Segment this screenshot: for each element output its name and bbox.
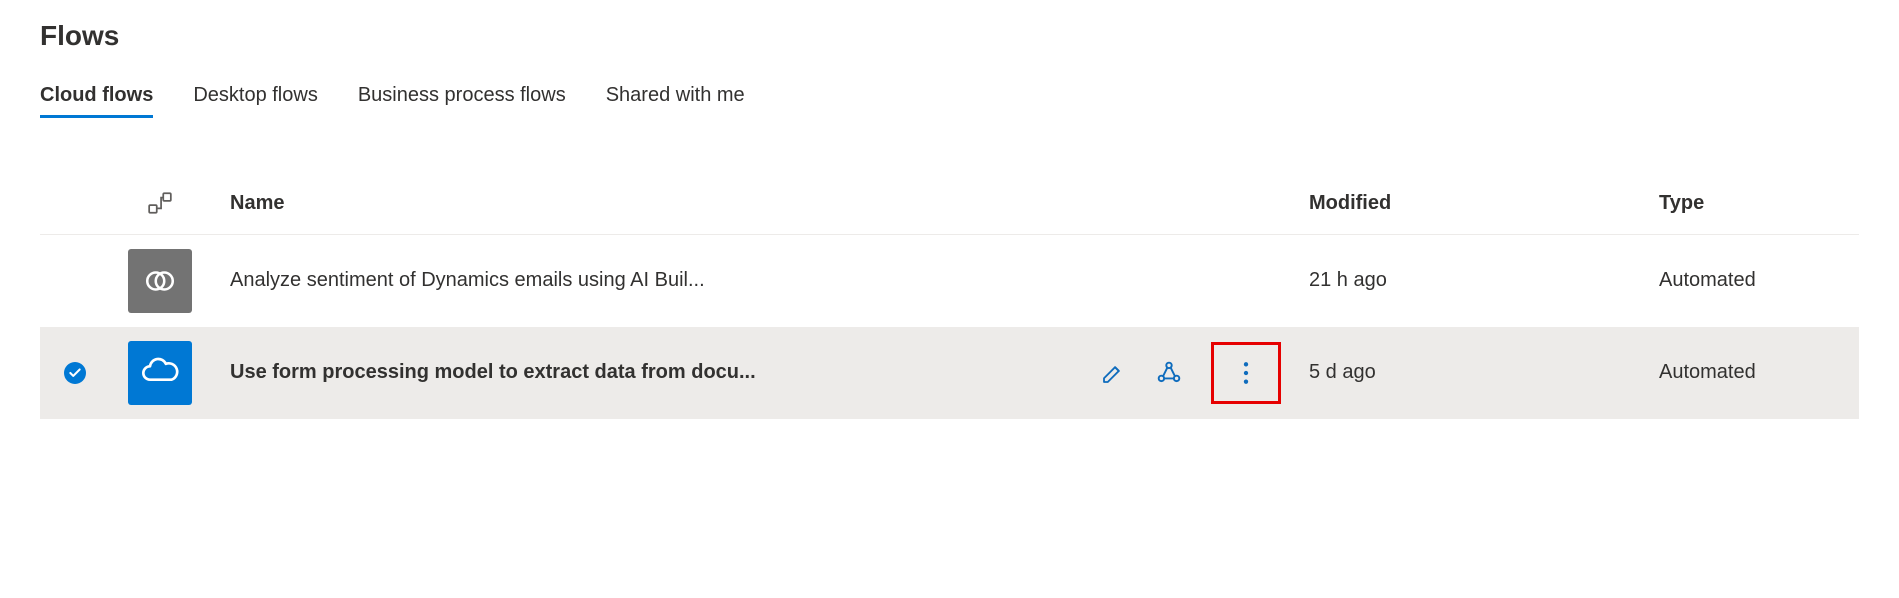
- flows-table: Name Modified Type Analyze sentiment of …: [40, 178, 1859, 419]
- share-icon[interactable]: [1155, 359, 1183, 387]
- flow-modified: 5 d ago: [1309, 361, 1376, 384]
- edit-icon[interactable]: [1099, 359, 1127, 387]
- table-row[interactable]: Analyze sentiment of Dynamics emails usi…: [40, 235, 1859, 327]
- tab-cloud-flows[interactable]: Cloud flows: [40, 76, 153, 118]
- flow-name[interactable]: Use form processing model to extract dat…: [230, 361, 756, 384]
- flow-type: Automated: [1659, 269, 1756, 292]
- flow-modified: 21 h ago: [1309, 269, 1387, 292]
- col-modified-header[interactable]: Modified: [1309, 192, 1391, 215]
- check-icon[interactable]: [64, 362, 86, 384]
- more-actions-highlight: [1211, 342, 1281, 404]
- tab-desktop-flows[interactable]: Desktop flows: [193, 76, 318, 118]
- tab-shared-with-me[interactable]: Shared with me: [606, 76, 745, 118]
- tab-business-process-flows[interactable]: Business process flows: [358, 76, 566, 118]
- col-name-header[interactable]: Name: [230, 192, 284, 215]
- flow-icon-header: [147, 190, 173, 216]
- flow-type: Automated: [1659, 361, 1756, 384]
- table-header: Name Modified Type: [40, 178, 1859, 235]
- row-select[interactable]: [40, 362, 110, 384]
- tabs: Cloud flows Desktop flows Business proce…: [40, 76, 1859, 118]
- onedrive-icon: [128, 341, 192, 405]
- page-title: Flows: [40, 20, 1859, 52]
- table-row[interactable]: Use form processing model to extract dat…: [40, 327, 1859, 419]
- dynamics-icon: [128, 249, 192, 313]
- col-type-header[interactable]: Type: [1659, 192, 1704, 215]
- flow-name[interactable]: Analyze sentiment of Dynamics emails usi…: [230, 269, 705, 292]
- more-actions-icon[interactable]: [1232, 359, 1260, 387]
